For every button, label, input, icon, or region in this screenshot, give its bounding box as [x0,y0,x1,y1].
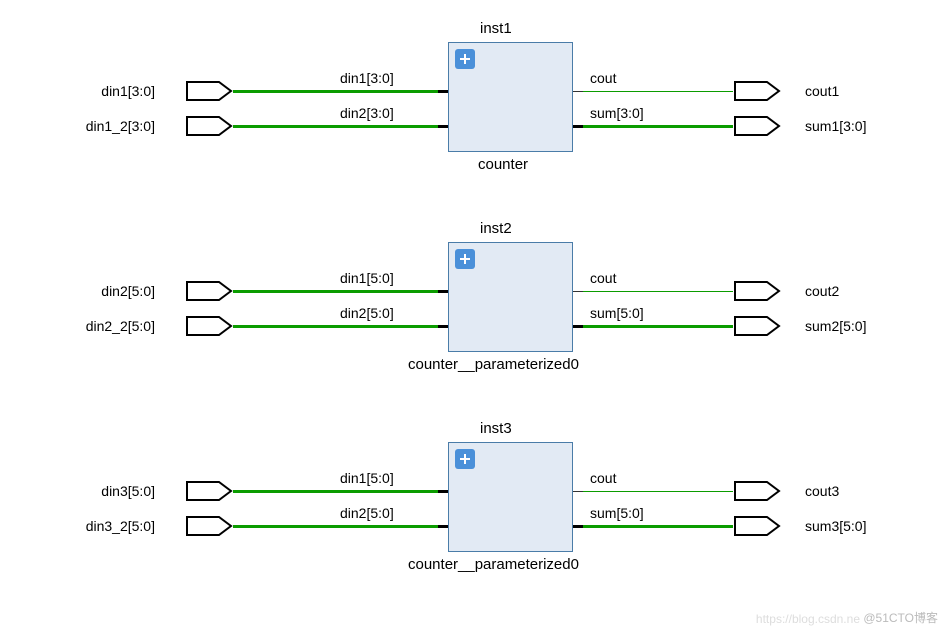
internal-port-label: din1[3:0] [340,70,394,86]
expand-icon[interactable] [455,449,475,469]
wire [233,290,438,293]
internal-port-label: din2[3:0] [340,105,394,121]
output-port-symbol [733,280,781,302]
input-port-label: din1_2[3:0] [60,118,155,134]
wire [583,491,733,492]
output-port-label: cout2 [805,283,839,299]
module-box[interactable] [448,242,573,352]
instance-name-label: inst3 [480,420,512,437]
instance-name-label: inst1 [480,20,512,37]
output-port-symbol [733,80,781,102]
output-port-symbol [733,515,781,537]
input-port-symbol [185,515,233,537]
output-port-symbol [733,115,781,137]
pin-stub [438,525,448,528]
internal-port-label: din2[5:0] [340,305,394,321]
input-port-symbol [185,280,233,302]
pin-stub [573,491,583,492]
instance-name-label: inst2 [480,220,512,237]
instance-inst2: inst2 counter__parameterized0 din2[5:0] … [30,220,920,400]
wire [583,325,733,328]
watermark-text: @51CTO博客 [863,609,938,626]
pin-stub [573,91,583,92]
instance-inst1: inst1 counter din1[3:0] din1[3:0] din1_2… [30,20,920,200]
internal-port-label: cout [590,470,616,486]
module-type-label: counter__parameterized0 [408,556,579,573]
pin-stub [573,325,583,328]
internal-port-label: din2[5:0] [340,505,394,521]
internal-port-label: cout [590,70,616,86]
internal-port-label: din1[5:0] [340,470,394,486]
output-port-label: cout3 [805,483,839,499]
wire [233,525,438,528]
internal-port-label: sum[3:0] [590,105,644,121]
pin-stub [438,325,448,328]
output-port-symbol [733,480,781,502]
internal-port-label: cout [590,270,616,286]
module-box[interactable] [448,442,573,552]
module-box[interactable] [448,42,573,152]
wire [233,125,438,128]
pin-stub [573,125,583,128]
instance-inst3: inst3 counter__parameterized0 din3[5:0] … [30,420,920,600]
input-port-symbol [185,80,233,102]
internal-port-label: sum[5:0] [590,305,644,321]
output-port-label: sum3[5:0] [805,518,866,534]
expand-icon[interactable] [455,49,475,69]
wire [583,525,733,528]
wire [583,125,733,128]
internal-port-label: sum[5:0] [590,505,644,521]
watermark-text: https://blog.csdn.ne [756,612,860,626]
output-port-symbol [733,315,781,337]
wire [233,490,438,493]
input-port-symbol [185,115,233,137]
input-port-label: din2[5:0] [60,283,155,299]
input-port-label: din3[5:0] [60,483,155,499]
output-port-label: cout1 [805,83,839,99]
input-port-label: din3_2[5:0] [60,518,155,534]
output-port-label: sum2[5:0] [805,318,866,334]
internal-port-label: din1[5:0] [340,270,394,286]
pin-stub [438,125,448,128]
pin-stub [573,291,583,292]
wire [233,90,438,93]
pin-stub [438,90,448,93]
pin-stub [438,490,448,493]
module-type-label: counter__parameterized0 [408,356,579,373]
input-port-label: din1[3:0] [60,83,155,99]
input-port-symbol [185,480,233,502]
output-port-label: sum1[3:0] [805,118,866,134]
wire [583,91,733,92]
input-port-symbol [185,315,233,337]
wire [583,291,733,292]
wire [233,325,438,328]
expand-icon[interactable] [455,249,475,269]
pin-stub [438,290,448,293]
module-type-label: counter [478,156,528,173]
pin-stub [573,525,583,528]
schematic-canvas: inst1 counter din1[3:0] din1[3:0] din1_2… [0,0,950,640]
input-port-label: din2_2[5:0] [60,318,155,334]
